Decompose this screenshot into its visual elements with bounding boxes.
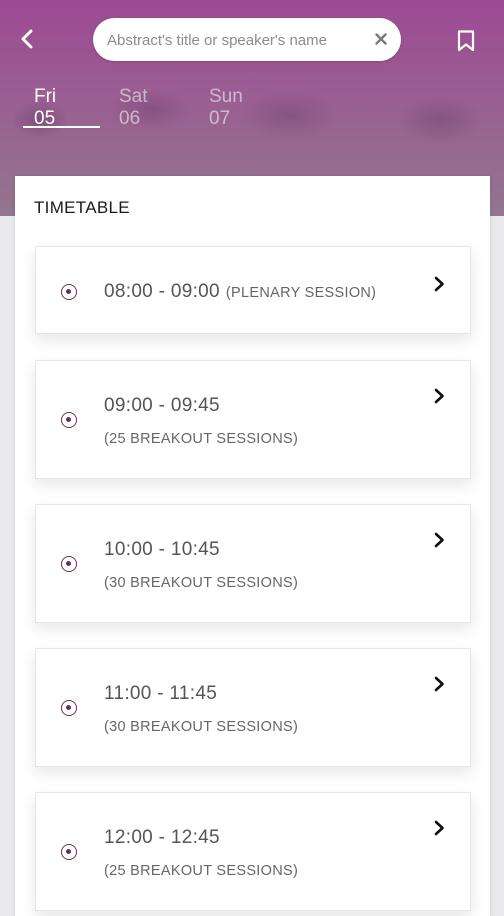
timeslot-row[interactable]: 10:00 - 10:45 (30 BREAKOUT SESSIONS) (35, 504, 471, 623)
banner-background-image (0, 50, 504, 170)
timetable-card: TIMETABLE 08:00 - 09:00 (PLENARY SESSION)… (15, 176, 490, 916)
timeslot-time: 08:00 - 09:00 (PLENARY SESSION) (104, 281, 376, 303)
bookmark-icon (457, 30, 475, 52)
chevron-right-icon (432, 275, 446, 293)
timeslot-detail: (30 BREAKOUT SESSIONS) (104, 575, 299, 591)
timeslot-time: 11:00 - 11:45 (104, 683, 218, 704)
timeslot-row[interactable]: 08:00 - 09:00 (PLENARY SESSION) (35, 246, 471, 334)
timeslot-time: 09:00 - 09:45 (104, 395, 220, 416)
chevron-left-icon (21, 29, 33, 49)
timeslot-detail: (30 BREAKOUT SESSIONS) (104, 719, 299, 735)
close-icon (375, 33, 387, 45)
radio-icon (61, 844, 77, 860)
clear-search-button[interactable] (371, 29, 391, 49)
chevron-right-icon (432, 387, 446, 405)
timeslot-detail: (25 BREAKOUT SESSIONS) (104, 431, 299, 447)
timetable-heading: TIMETABLE (34, 198, 130, 217)
timeslot-detail: (25 BREAKOUT SESSIONS) (104, 863, 299, 879)
active-tab-indicator (23, 126, 100, 128)
timeslot-detail: (PLENARY SESSION) (225, 285, 377, 301)
chevron-right-icon (432, 675, 446, 693)
radio-icon (61, 700, 77, 716)
timeslot-row[interactable]: 09:00 - 09:45 (25 BREAKOUT SESSIONS) (35, 360, 471, 479)
tab-sun-07[interactable]: Sun 07 (209, 86, 243, 130)
tab-sat-06[interactable]: Sat 06 (119, 86, 148, 130)
radio-icon (61, 412, 77, 428)
tab-fri-05[interactable]: Fri 05 (34, 86, 56, 130)
back-button[interactable] (14, 26, 40, 52)
timeslot-time: 12:00 - 12:45 (104, 827, 220, 848)
chevron-right-icon (432, 819, 446, 837)
timeslot-time: 10:00 - 10:45 (104, 539, 220, 560)
bookmarks-button[interactable] (454, 28, 478, 54)
search-bar (93, 18, 401, 63)
timeslot-row[interactable]: 12:00 - 12:45 (25 BREAKOUT SESSIONS) (35, 792, 471, 911)
timeslot-row[interactable]: 11:00 - 11:45 (30 BREAKOUT SESSIONS) (35, 648, 471, 767)
timeslot-time-text: 08:00 - 09:00 (104, 281, 220, 302)
radio-icon (61, 556, 77, 572)
radio-icon (61, 284, 77, 300)
search-input[interactable] (105, 18, 369, 63)
chevron-right-icon (432, 531, 446, 549)
